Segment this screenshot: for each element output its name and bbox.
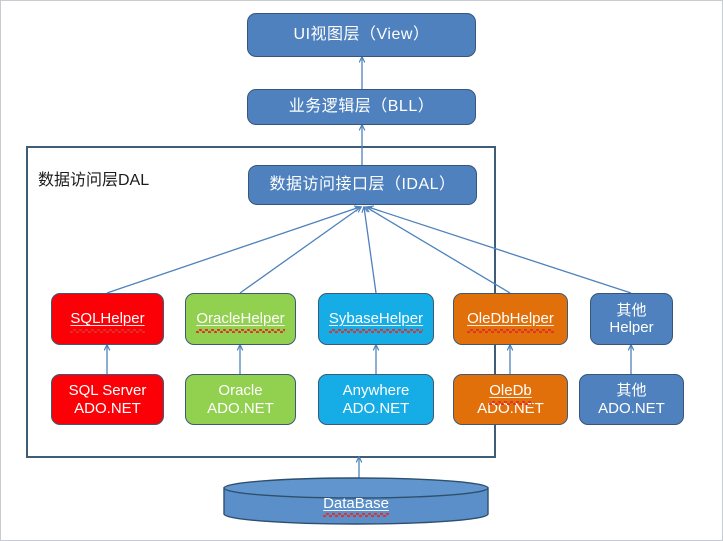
provider-label-oracle-line2: ADO.NET <box>207 399 274 417</box>
provider-label-anywhere-line2: ADO.NET <box>342 399 410 417</box>
provider-label-sqlserver-line1: SQL Server <box>68 382 147 400</box>
provider-box-other-ado[interactable]: 其他 ADO.NET <box>579 374 684 425</box>
diagram-canvas: 数据访问层DAL UI视图层（View） 业务逻辑层（BLL） 数据访问接口层（… <box>0 0 723 541</box>
provider-label-anywhere-line1: Anywhere <box>342 382 410 400</box>
layer-label-idal: 数据访问接口层（IDAL） <box>269 175 456 193</box>
provider-label-oracle-line1: Oracle <box>218 382 263 400</box>
helper-label-sql-helper: SQLHelper <box>70 310 145 333</box>
helper-label-other-helper-line1: 其他 <box>616 301 647 319</box>
helper-label-other-helper-line2: Helper <box>609 319 654 336</box>
helper-label-sybase-helper: SybaseHelper <box>328 310 424 333</box>
helper-box-other-helper[interactable]: 其他 Helper <box>590 293 673 345</box>
provider-box-anywhere-ado[interactable]: Anywhere ADO.NET <box>318 374 434 425</box>
layer-box-view[interactable]: UI视图层（View） <box>247 13 476 57</box>
database-label-text: DataBase <box>323 495 389 517</box>
helper-label-oracle-helper: OracleHelper <box>196 310 286 333</box>
provider-box-oledb-ado[interactable]: OleDb ADO.NET <box>453 374 568 425</box>
layer-label-bll: 业务逻辑层（BLL） <box>288 97 435 115</box>
provider-label-other-line2: ADO.NET <box>598 399 665 417</box>
provider-box-oracle-ado[interactable]: Oracle ADO.NET <box>185 374 296 425</box>
helper-box-oracle-helper[interactable]: OracleHelper <box>185 293 296 345</box>
helper-label-oledb-helper: OleDbHelper <box>467 310 554 333</box>
helper-box-sql-helper[interactable]: SQLHelper <box>51 293 164 345</box>
provider-box-sqlserver-ado[interactable]: SQL Server ADO.NET <box>51 374 164 425</box>
provider-label-oledb-line1: OleDb <box>489 382 532 405</box>
helper-box-oledb-helper[interactable]: OleDbHelper <box>453 293 568 345</box>
database-label: DataBase <box>223 495 489 517</box>
helper-box-sybase-helper[interactable]: SybaseHelper <box>318 293 434 345</box>
provider-label-sqlserver-line2: ADO.NET <box>74 399 141 417</box>
layer-label-view: UI视图层（View） <box>293 25 430 43</box>
dal-container-label: 数据访问层DAL <box>38 172 150 189</box>
layer-box-bll[interactable]: 业务逻辑层（BLL） <box>247 89 476 125</box>
layer-box-idal[interactable]: 数据访问接口层（IDAL） <box>248 165 477 205</box>
provider-label-other-line1: 其他 <box>616 382 647 400</box>
